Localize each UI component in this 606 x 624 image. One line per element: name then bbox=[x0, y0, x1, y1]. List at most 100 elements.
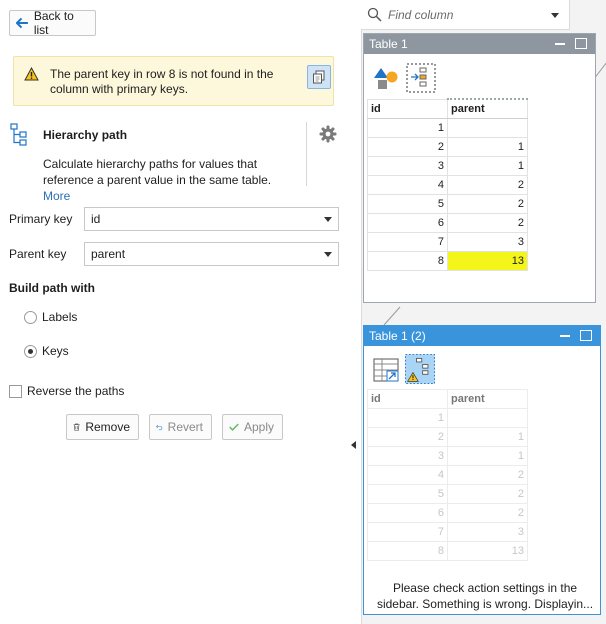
collapse-sidebar-icon[interactable] bbox=[351, 441, 356, 449]
find-column-bar[interactable]: Find column bbox=[361, 0, 570, 30]
undo-icon bbox=[156, 424, 163, 431]
action-description-text: Calculate hierarchy paths for values tha… bbox=[43, 157, 272, 187]
table-cell[interactable] bbox=[447, 408, 528, 428]
parent-key-select[interactable]: parent bbox=[84, 242, 339, 266]
action-description: Calculate hierarchy paths for values tha… bbox=[43, 156, 301, 204]
reverse-paths-checkbox[interactable] bbox=[9, 385, 22, 398]
table1-header[interactable]: Table 1 bbox=[364, 34, 595, 54]
table1-grid[interactable]: id parent 1 2 1 3 1 4 2 5 2 6 2 7 3 8 13 bbox=[367, 98, 528, 271]
table-row: 73 bbox=[367, 231, 528, 252]
table1-2-panel[interactable]: Table 1 (2) id parent 1 2 1 3 1 4 2 5 2 6 2 7 3 8 13 Ple… bbox=[363, 325, 601, 615]
back-to-list-button[interactable]: Back to list bbox=[9, 9, 96, 37]
apply-label: Apply bbox=[243, 420, 274, 434]
table-cell[interactable]: 13 bbox=[447, 541, 528, 561]
minimize-icon[interactable] bbox=[560, 335, 570, 337]
table-cell[interactable]: 3 bbox=[367, 446, 448, 466]
table-source-icon[interactable] bbox=[372, 356, 402, 386]
table-cell[interactable]: 4 bbox=[367, 174, 448, 195]
copy-button[interactable] bbox=[307, 65, 331, 89]
table-cell[interactable]: 5 bbox=[367, 484, 448, 504]
table1-2-grid[interactable]: id parent 1 2 1 3 1 4 2 5 2 6 2 7 3 8 13 bbox=[367, 389, 528, 561]
table-cell[interactable]: 2 bbox=[447, 212, 528, 233]
find-column-input[interactable]: Find column bbox=[388, 8, 453, 22]
radio-keys-label: Keys bbox=[42, 344, 69, 358]
table-cell[interactable]: 3 bbox=[447, 231, 528, 252]
table-cell[interactable]: 3 bbox=[447, 522, 528, 542]
table-row: 42 bbox=[367, 465, 528, 485]
check-icon bbox=[229, 423, 239, 431]
table-row: 31 bbox=[367, 155, 528, 176]
table-cell[interactable]: 1 bbox=[447, 155, 528, 176]
hierarchy-warning-icon[interactable] bbox=[405, 354, 435, 384]
apply-button[interactable]: Apply bbox=[222, 414, 283, 440]
hierarchy-tool-icon[interactable] bbox=[406, 63, 436, 93]
action-title: Hierarchy path bbox=[43, 128, 128, 142]
table1-2-title: Table 1 (2) bbox=[369, 329, 426, 343]
build-path-title: Build path with bbox=[9, 281, 95, 295]
divider bbox=[306, 122, 307, 186]
table-row: 42 bbox=[367, 174, 528, 195]
chevron-down-icon bbox=[324, 252, 332, 257]
table-cell[interactable]: 2 bbox=[367, 427, 448, 447]
table-row: 21 bbox=[367, 136, 528, 157]
table-cell[interactable]: 4 bbox=[367, 465, 448, 485]
table1-panel[interactable]: Table 1 id parent 1 2 1 3 1 4 2 5 2 6 2 7 3 8 13 bbox=[363, 33, 596, 303]
table-cell[interactable]: 5 bbox=[367, 193, 448, 214]
gear-icon[interactable] bbox=[319, 125, 337, 143]
table-cell[interactable]: 6 bbox=[367, 212, 448, 233]
primary-key-select[interactable]: id bbox=[84, 207, 339, 231]
table-row: 31 bbox=[367, 446, 528, 466]
table-cell[interactable]: 1 bbox=[367, 117, 448, 138]
table-cell[interactable]: 8 bbox=[367, 541, 448, 561]
table-cell[interactable]: 1 bbox=[447, 446, 528, 466]
parent-key-value: parent bbox=[91, 247, 126, 261]
remove-label: Remove bbox=[85, 420, 130, 434]
table-row: 8 13 bbox=[367, 250, 528, 271]
primary-key-value: id bbox=[91, 212, 101, 226]
table-cell[interactable]: 2 bbox=[447, 193, 528, 214]
radio-labels[interactable] bbox=[24, 311, 37, 324]
table-cell[interactable]: 2 bbox=[447, 174, 528, 195]
primary-key-label: Primary key bbox=[9, 212, 73, 226]
table-cell[interactable]: 2 bbox=[447, 465, 528, 485]
table-cell[interactable]: 13 bbox=[447, 250, 528, 271]
column-header-parent[interactable]: parent bbox=[447, 98, 528, 119]
chevron-down-icon bbox=[324, 217, 332, 222]
table-row: 73 bbox=[367, 522, 528, 542]
table-cell[interactable]: 8 bbox=[367, 250, 448, 271]
minimize-icon[interactable] bbox=[555, 43, 565, 45]
table-cell[interactable]: 7 bbox=[367, 231, 448, 252]
column-header-id[interactable]: id bbox=[367, 98, 448, 119]
table-row: 52 bbox=[367, 484, 528, 504]
table-header-row: id parent bbox=[367, 389, 528, 409]
chevron-down-icon[interactable] bbox=[551, 13, 559, 18]
column-header-parent[interactable]: parent bbox=[447, 389, 528, 409]
table-cell[interactable]: 6 bbox=[367, 503, 448, 523]
table-cell[interactable]: 1 bbox=[367, 408, 448, 428]
shapes-icon[interactable] bbox=[372, 65, 402, 95]
table-cell[interactable]: 3 bbox=[367, 155, 448, 176]
copy-icon bbox=[313, 70, 325, 84]
maximize-icon[interactable] bbox=[580, 330, 592, 341]
maximize-icon[interactable] bbox=[575, 38, 587, 49]
radio-keys[interactable] bbox=[24, 345, 37, 358]
table-row: 62 bbox=[367, 503, 528, 523]
table1-2-header[interactable]: Table 1 (2) bbox=[364, 326, 600, 346]
warning-icon bbox=[24, 67, 39, 81]
column-header-id[interactable]: id bbox=[367, 389, 448, 409]
table-cell[interactable] bbox=[447, 117, 528, 138]
more-link[interactable]: More bbox=[43, 189, 70, 203]
remove-button[interactable]: Remove bbox=[66, 414, 139, 440]
table-cell[interactable]: 7 bbox=[367, 522, 448, 542]
reverse-paths-label: Reverse the paths bbox=[27, 384, 125, 398]
table-cell[interactable]: 1 bbox=[447, 136, 528, 157]
hierarchy-icon bbox=[10, 123, 27, 146]
table-cell[interactable]: 2 bbox=[367, 136, 448, 157]
trash-icon bbox=[73, 423, 80, 431]
revert-button[interactable]: Revert bbox=[149, 414, 212, 440]
table-cell[interactable]: 2 bbox=[447, 503, 528, 523]
table-cell[interactable]: 2 bbox=[447, 484, 528, 504]
table-cell[interactable]: 1 bbox=[447, 427, 528, 447]
table1-title: Table 1 bbox=[369, 37, 408, 51]
revert-label: Revert bbox=[167, 420, 203, 434]
